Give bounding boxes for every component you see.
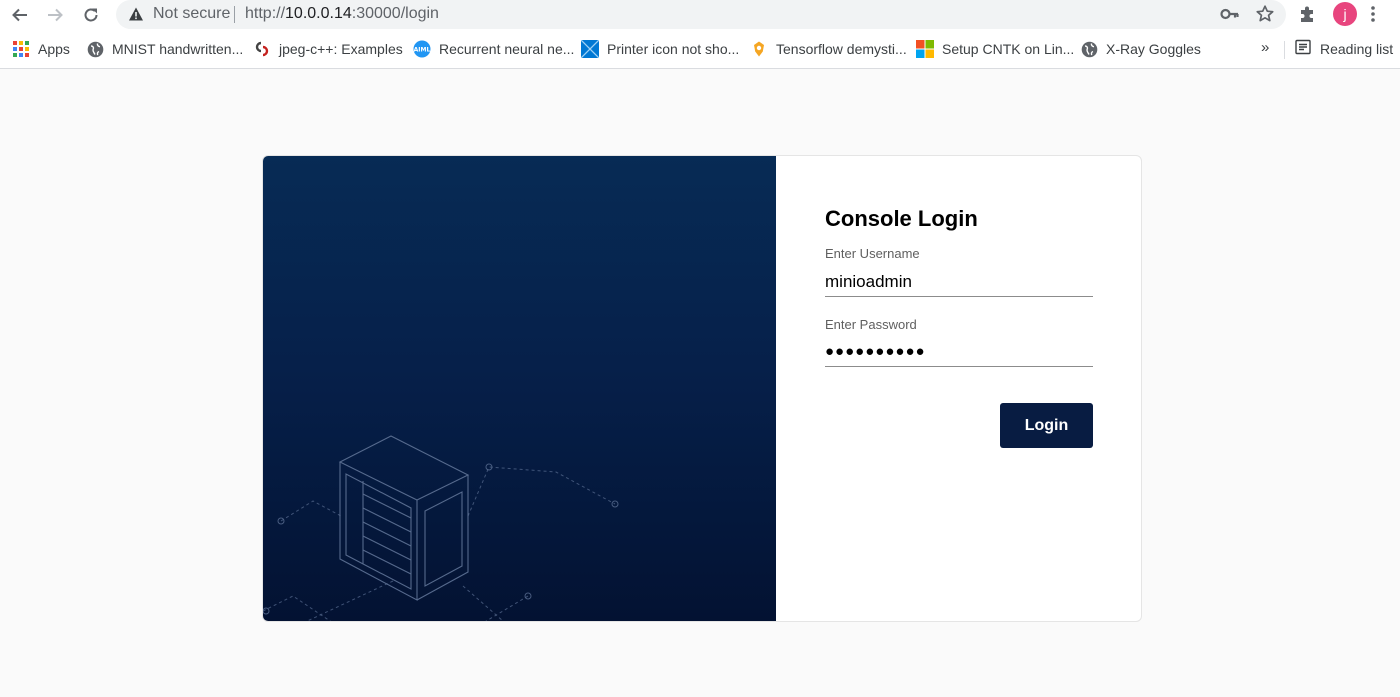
reading-list-button[interactable]: Reading list	[1295, 39, 1393, 58]
bookmarks-overflow-button[interactable]: »	[1261, 39, 1269, 56]
server-cube-illustration	[263, 435, 619, 621]
back-button[interactable]	[8, 4, 32, 26]
windows-blue-icon	[581, 40, 599, 58]
username-label: Enter Username	[825, 246, 920, 261]
login-button[interactable]: Login	[1000, 403, 1093, 448]
profile-avatar[interactable]: j	[1333, 2, 1357, 26]
bookmark-label: jpeg-c++: Examples	[279, 41, 403, 57]
bookmark-label: MNIST handwritten...	[112, 41, 244, 57]
key-icon[interactable]	[1220, 6, 1240, 22]
bookmark-jpeg-cpp[interactable]: jpeg-c++: Examples	[253, 39, 403, 59]
bookmark-label: Tensorflow demysti...	[776, 41, 907, 57]
reading-list-label: Reading list	[1320, 40, 1394, 57]
globe-icon	[1080, 40, 1098, 58]
security-status[interactable]: Not secure	[153, 5, 230, 23]
page-title: Console Login	[825, 206, 978, 231]
reload-icon	[84, 8, 98, 22]
extensions-puzzle-icon[interactable]	[1298, 4, 1318, 24]
url-text[interactable]: http://10.0.0.14:30000/login	[245, 5, 439, 23]
bookmark-label: Recurrent neural ne...	[439, 41, 575, 57]
bookmark-mnist[interactable]: MNIST handwritten...	[86, 39, 243, 59]
bookmark-label: Setup CNTK on Lin...	[942, 41, 1075, 57]
warning-icon	[129, 7, 143, 21]
arrow-right-icon	[48, 8, 63, 22]
reload-button[interactable]	[79, 4, 103, 26]
microsoft-logo-icon	[916, 40, 934, 58]
bookmark-label: Printer icon not sho...	[607, 41, 740, 57]
bookmark-label: Apps	[38, 41, 70, 57]
login-card: Console Login Enter Username Enter Passw…	[262, 155, 1142, 622]
globe-icon	[86, 40, 104, 58]
bookmark-apps[interactable]: Apps	[12, 39, 70, 59]
kebab-menu-icon[interactable]	[1370, 5, 1376, 23]
bookmark-tensorflow[interactable]: Tensorflow demysti...	[750, 39, 907, 59]
aiml-icon: AIML	[413, 40, 431, 58]
password-label: Enter Password	[825, 317, 917, 332]
url-host: 10.0.0.14	[285, 5, 352, 22]
bookmark-label: X-Ray Goggles	[1106, 41, 1201, 57]
url-scheme: http://	[245, 5, 286, 22]
bookmarks-divider	[1284, 41, 1285, 59]
medium-icon	[750, 40, 768, 58]
forward-button[interactable]	[43, 4, 67, 26]
arrow-left-icon	[12, 8, 27, 22]
bookmark-xray[interactable]: X-Ray Goggles	[1080, 39, 1201, 59]
bookmark-recurrent[interactable]: AIML Recurrent neural ne...	[413, 39, 574, 59]
browser-toolbar: Not secure http://10.0.0.14:30000/login …	[0, 0, 1400, 31]
address-bar[interactable]: Not secure http://10.0.0.14:30000/login	[116, 0, 1286, 29]
apps-grid-icon	[12, 40, 30, 58]
bookmark-cntk[interactable]: Setup CNTK on Lin...	[916, 39, 1074, 59]
omnibox-divider	[234, 6, 235, 23]
username-field[interactable]	[825, 267, 1093, 297]
reading-list-icon	[1295, 39, 1311, 58]
bookmark-printer[interactable]: Printer icon not sho...	[581, 39, 739, 59]
password-field[interactable]: ●●●●●●●●●●	[825, 337, 1093, 367]
bookmarks-bar: Apps MNIST handwritten... jpeg-c++: Exam…	[0, 31, 1400, 69]
jpeg-site-icon	[253, 40, 271, 58]
hero-illustration-panel	[263, 156, 776, 621]
svg-text:AIML: AIML	[414, 47, 431, 54]
url-path: :30000/login	[351, 5, 439, 22]
star-bookmark-icon[interactable]	[1255, 4, 1275, 24]
